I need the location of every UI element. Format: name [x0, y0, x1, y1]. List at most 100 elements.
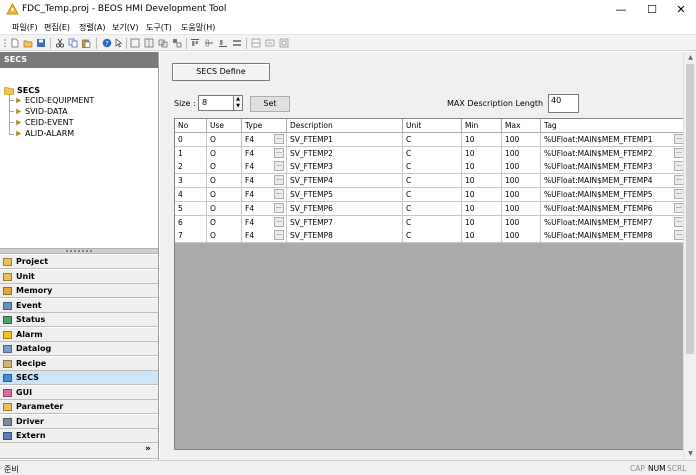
- cell-max[interactable]: 100: [502, 188, 541, 202]
- cell-description[interactable]: SV_FTEMP2: [287, 146, 403, 161]
- nav-item-event[interactable]: Event: [0, 298, 158, 313]
- max-description-input[interactable]: 40: [548, 94, 579, 113]
- set-button[interactable]: Set: [250, 96, 290, 112]
- secs-define-button[interactable]: SECS Define: [172, 63, 270, 81]
- align-top-icon[interactable]: [190, 38, 200, 48]
- ungroup-icon[interactable]: [172, 38, 182, 48]
- cell-min[interactable]: 10: [462, 188, 502, 202]
- cell-min[interactable]: 10: [462, 215, 502, 230]
- cell-type[interactable]: F4...: [242, 188, 287, 202]
- cell-min[interactable]: 10: [462, 160, 502, 175]
- type-picker-button[interactable]: ...: [274, 189, 284, 199]
- cell-max[interactable]: 100: [502, 160, 541, 175]
- cell-max[interactable]: 100: [502, 132, 541, 147]
- save-icon[interactable]: [36, 38, 46, 48]
- size-input[interactable]: 8: [198, 95, 234, 111]
- grid-icon[interactable]: [251, 38, 261, 48]
- cell-unit[interactable]: C: [403, 174, 462, 189]
- nav-item-secs[interactable]: SECS: [0, 371, 158, 385]
- cell-unit[interactable]: C: [403, 215, 462, 230]
- cell-use[interactable]: O: [207, 215, 242, 230]
- cell-use[interactable]: O: [207, 146, 242, 161]
- nav-item-memory[interactable]: Memory: [0, 284, 158, 298]
- nav-item-driver[interactable]: Driver: [0, 414, 158, 429]
- tab-order-icon[interactable]: [265, 38, 275, 48]
- menu-view[interactable]: 보기(V): [112, 22, 138, 33]
- align-middle-icon[interactable]: [204, 38, 214, 48]
- help-icon[interactable]: ?: [102, 38, 112, 48]
- cell-unit[interactable]: C: [403, 229, 462, 244]
- align-bottom-icon[interactable]: [218, 38, 228, 48]
- cell-description[interactable]: SV_FTEMP6: [287, 201, 403, 216]
- cell-max[interactable]: 100: [502, 174, 541, 189]
- cell-min[interactable]: 10: [462, 229, 502, 244]
- column-header-no[interactable]: No: [175, 119, 207, 133]
- cell-unit[interactable]: C: [403, 201, 462, 216]
- cell-type[interactable]: F4...: [242, 229, 287, 244]
- nav-item-status[interactable]: Status: [0, 313, 158, 327]
- cell-no[interactable]: 7: [175, 229, 207, 244]
- menu-align[interactable]: 정렬(A): [79, 22, 105, 33]
- new-file-icon[interactable]: [10, 38, 20, 48]
- cell-tag[interactable]: %UFloat:MAIN$MEM_FTEMP7...: [541, 215, 687, 230]
- cell-no[interactable]: 6: [175, 215, 207, 230]
- cell-tag[interactable]: %UFloat:MAIN$MEM_FTEMP6...: [541, 201, 687, 216]
- cell-tag[interactable]: %UFloat:MAIN$MEM_FTEMP3...: [541, 160, 687, 175]
- cell-min[interactable]: 10: [462, 146, 502, 161]
- cell-tag[interactable]: %UFloat:MAIN$MEM_FTEMP2...: [541, 146, 687, 161]
- cell-type[interactable]: F4...: [242, 160, 287, 175]
- copy-icon[interactable]: [68, 38, 78, 48]
- nav-item-recipe[interactable]: Recipe: [0, 356, 158, 371]
- column-header-tag[interactable]: Tag: [541, 119, 687, 133]
- menu-tools[interactable]: 도구(T): [146, 22, 172, 33]
- cell-min[interactable]: 10: [462, 201, 502, 216]
- column-header-description[interactable]: Description: [287, 119, 403, 133]
- cell-no[interactable]: 4: [175, 188, 207, 202]
- paste-icon[interactable]: [81, 38, 91, 48]
- nav-item-unit[interactable]: Unit: [0, 269, 158, 284]
- cell-description[interactable]: SV_FTEMP5: [287, 188, 403, 202]
- help-context-icon[interactable]: [114, 38, 124, 48]
- test-run-icon[interactable]: [279, 38, 289, 48]
- cell-max[interactable]: 100: [502, 201, 541, 216]
- cell-description[interactable]: SV_FTEMP1: [287, 132, 403, 147]
- align-left-icon[interactable]: [130, 38, 140, 48]
- cell-no[interactable]: 2: [175, 160, 207, 175]
- scroll-thumb[interactable]: [686, 64, 694, 354]
- nav-item-gui[interactable]: GUI: [0, 385, 158, 400]
- type-picker-button[interactable]: ...: [274, 147, 284, 158]
- open-folder-icon[interactable]: [23, 38, 33, 48]
- cell-max[interactable]: 100: [502, 229, 541, 244]
- cell-use[interactable]: O: [207, 188, 242, 202]
- cell-unit[interactable]: C: [403, 160, 462, 175]
- cell-tag[interactable]: %UFloat:MAIN$MEM_FTEMP5...: [541, 188, 687, 202]
- minimize-button[interactable]: —: [606, 0, 636, 20]
- cell-no[interactable]: 0: [175, 132, 207, 147]
- spin-down-icon[interactable]: ▼: [234, 103, 242, 110]
- menu-edit[interactable]: 편집(E): [44, 22, 70, 33]
- type-picker-button[interactable]: ...: [274, 133, 284, 144]
- cell-type[interactable]: F4...: [242, 174, 287, 189]
- nav-item-alarm[interactable]: Alarm: [0, 327, 158, 342]
- cell-use[interactable]: O: [207, 174, 242, 189]
- size-spinner[interactable]: ▲ ▼: [233, 95, 243, 111]
- cell-unit[interactable]: C: [403, 146, 462, 161]
- menu-file[interactable]: 파일(F): [12, 22, 38, 33]
- cell-type[interactable]: F4...: [242, 201, 287, 216]
- cell-no[interactable]: 1: [175, 146, 207, 161]
- cell-unit[interactable]: C: [403, 188, 462, 202]
- more-categories-button[interactable]: »: [145, 444, 151, 454]
- cell-tag[interactable]: %UFloat:MAIN$MEM_FTEMP4...: [541, 174, 687, 189]
- maximize-button[interactable]: ☐: [637, 0, 667, 20]
- cell-tag[interactable]: %UFloat:MAIN$MEM_FTEMP8...: [541, 229, 687, 244]
- cell-type[interactable]: F4...: [242, 215, 287, 230]
- cell-max[interactable]: 100: [502, 146, 541, 161]
- cell-tag[interactable]: %UFloat:MAIN$MEM_FTEMP1...: [541, 132, 687, 147]
- group-icon[interactable]: [158, 38, 168, 48]
- same-size-icon[interactable]: [232, 38, 242, 48]
- cell-description[interactable]: SV_FTEMP4: [287, 174, 403, 189]
- cell-max[interactable]: 100: [502, 215, 541, 230]
- type-picker-button[interactable]: ...: [274, 175, 284, 186]
- cut-icon[interactable]: [55, 38, 65, 48]
- cell-description[interactable]: SV_FTEMP8: [287, 229, 403, 244]
